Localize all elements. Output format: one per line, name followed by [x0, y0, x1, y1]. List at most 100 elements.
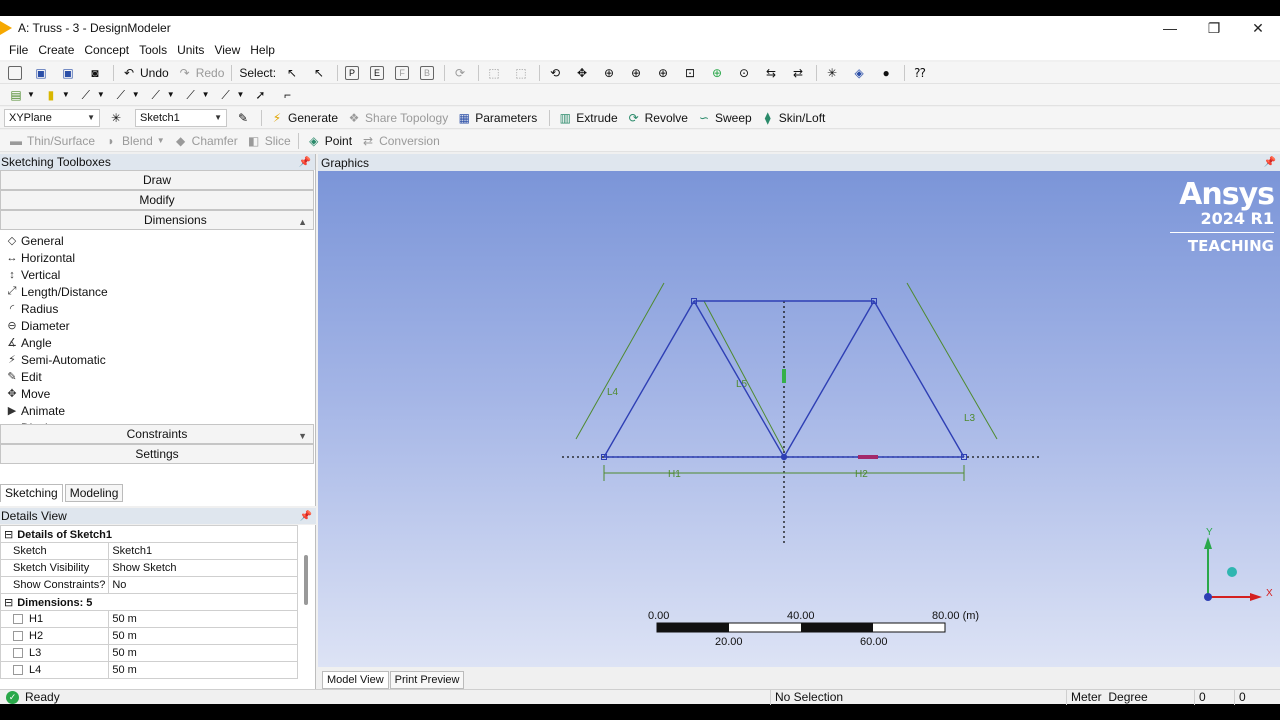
rotate-button[interactable]: ⟲ — [543, 63, 570, 83]
details-scrollbar[interactable] — [304, 555, 308, 605]
point-button[interactable]: ◈ Point — [302, 131, 356, 151]
previous-view-button[interactable]: ⇆ — [759, 63, 786, 83]
parameter-checkbox[interactable] — [13, 665, 23, 676]
blend-button[interactable]: ◗ Blend ▼ — [99, 131, 169, 151]
new-sketch-button[interactable]: ✎ — [231, 108, 258, 128]
dimensions-group-row[interactable]: ⊟ Dimensions: 5 — [0, 593, 298, 611]
constraints-section[interactable]: Constraints ▼ — [0, 424, 314, 444]
plane-dropdown[interactable]: XYPlane ▼ — [4, 108, 100, 127]
parameters-button[interactable]: ▦ Parameters — [452, 108, 541, 128]
draw-section[interactable]: Draw — [0, 170, 314, 190]
graphics-options-button[interactable]: ▤ ▼ — [4, 85, 39, 105]
revolve-button[interactable]: ⟳ Revolve — [622, 108, 692, 128]
next-view-button[interactable]: ⇄ — [786, 63, 813, 83]
tab-sketching[interactable]: Sketching — [0, 484, 63, 502]
sketch-tool-general[interactable]: ◇ General — [0, 232, 315, 249]
table-row[interactable]: Sketch Visibility Show Sketch — [0, 559, 298, 577]
menu-help[interactable]: Help — [245, 43, 280, 57]
tab-print-preview[interactable]: Print Preview — [389, 671, 465, 689]
details-value[interactable]: No — [108, 576, 298, 594]
edge-display-button-2[interactable]: ⟋ ▼ — [109, 85, 144, 105]
help-button[interactable]: ⁇ — [908, 63, 935, 83]
menu-concept[interactable]: Concept — [79, 43, 134, 57]
new-plane-button[interactable]: ✳ — [104, 108, 131, 128]
diagonal-right[interactable] — [873, 300, 965, 458]
pin-icon[interactable]: 📌 — [300, 511, 312, 522]
sketch-tool-length-distance[interactable]: ⤢ Length/Distance — [0, 283, 315, 300]
edge-display-button-5[interactable]: ⟋ ▼ — [214, 85, 249, 105]
redo-button[interactable]: ↷ Redo — [173, 63, 229, 83]
conversion-button[interactable]: ⇄ Conversion — [356, 131, 444, 151]
close-button[interactable]: ✕ — [1236, 16, 1280, 40]
l5-dimension-line[interactable] — [703, 300, 785, 452]
sketch-tool-diameter[interactable]: ⊖ Diameter — [0, 317, 315, 334]
edge-coloring-button[interactable]: ▮ ▼ — [39, 85, 74, 105]
save-as-button[interactable]: ▣ — [56, 63, 83, 83]
select-edge-button[interactable]: E — [366, 63, 391, 83]
l4-dimension-line[interactable] — [575, 282, 665, 440]
menu-create[interactable]: Create — [33, 43, 79, 57]
dim-label-h1[interactable]: H1 — [668, 469, 681, 480]
dim-label-h2[interactable]: H2 — [855, 469, 868, 480]
zoom-button[interactable]: ⊕ — [597, 63, 624, 83]
select-filter-button[interactable]: ↖ — [307, 63, 334, 83]
menu-units[interactable]: Units — [172, 43, 209, 57]
edge-display-button-4[interactable]: ⟋ ▼ — [179, 85, 214, 105]
undo-button[interactable]: ↶ Undo — [117, 63, 173, 83]
zoom-fit-button[interactable]: ⊡ — [678, 63, 705, 83]
diagonal-center-right[interactable] — [783, 300, 875, 458]
tab-modeling[interactable]: Modeling — [64, 484, 124, 502]
sketch-tool-edit[interactable]: ✎ Edit — [0, 368, 315, 385]
display-model-button[interactable]: ◈ — [847, 63, 874, 83]
modify-section[interactable]: Modify — [0, 190, 314, 210]
sketch-tool-semi-automatic[interactable]: ⚡ Semi-Automatic — [0, 351, 315, 368]
sketch-tool-radius[interactable]: ◜ Radius — [0, 300, 315, 317]
table-row[interactable]: H2 50 m — [0, 627, 298, 645]
diagonal-left[interactable] — [603, 300, 695, 458]
pin-icon[interactable]: 📌 — [1264, 157, 1276, 168]
dimensions-section[interactable]: Dimensions ▲ — [0, 210, 314, 230]
settings-section[interactable]: Settings — [0, 444, 314, 464]
pan-button[interactable]: ✥ — [570, 63, 597, 83]
triad-iso-ball[interactable] — [1227, 567, 1237, 577]
dimension-value[interactable]: 50 m — [108, 610, 298, 628]
chamfer-button[interactable]: ◆ Chamfer — [169, 131, 242, 151]
table-row[interactable]: Show Constraints? No — [0, 576, 298, 594]
extend-selection-button[interactable]: ⟳ — [448, 63, 475, 83]
collapse-icon[interactable]: ⊟ — [4, 529, 13, 541]
axis-triad[interactable]: Y X — [1204, 527, 1273, 601]
sweep-button[interactable]: ∽ Sweep — [692, 108, 756, 128]
edge-direction-button[interactable]: ➚ — [248, 85, 275, 105]
details-value[interactable]: Sketch1 — [108, 542, 298, 560]
details-group-row[interactable]: ⊟ Details of Sketch1 — [0, 525, 298, 543]
magnifier-button[interactable]: ⊙ — [732, 63, 759, 83]
new-button[interactable] — [4, 63, 29, 83]
l3-dimension-line[interactable] — [906, 282, 998, 440]
thin-surface-button[interactable]: ▬ Thin/Surface — [4, 131, 99, 151]
display-edges-button[interactable]: ✳ — [820, 63, 847, 83]
details-value[interactable]: Show Sketch — [108, 559, 298, 577]
screenshot-button[interactable]: ◙ — [83, 63, 110, 83]
diagonal-center-left[interactable] — [693, 300, 785, 458]
zoom-green-button[interactable]: ⊕ — [705, 63, 732, 83]
graphics-viewport[interactable]: Ansys 2024 R1 TEACHING H1 H2 L4 L3 L5 0.… — [318, 171, 1280, 667]
parameter-checkbox[interactable] — [13, 631, 23, 642]
dimension-value[interactable]: 50 m — [108, 627, 298, 645]
dim-label-l3[interactable]: L3 — [964, 413, 976, 424]
generate-button[interactable]: ⚡ Generate — [265, 108, 342, 128]
table-row[interactable]: Sketch Sketch1 — [0, 542, 298, 560]
scroll-up-icon[interactable]: ▲ — [298, 213, 307, 231]
save-button[interactable]: ▣ — [29, 63, 56, 83]
sketch-dropdown[interactable]: Sketch1 ▼ — [135, 108, 227, 127]
sketch-canvas[interactable]: H1 H2 L4 L3 L5 0.00 40.00 80.00 (m) 20.0… — [318, 171, 1280, 667]
menu-view[interactable]: View — [209, 43, 245, 57]
sketch-tool-vertical[interactable]: ↕ Vertical — [0, 266, 315, 283]
box-select-2-button[interactable]: ⬚ — [509, 63, 536, 83]
edge-display-button-1[interactable]: ⟋ ▼ — [74, 85, 109, 105]
select-point-button[interactable]: P — [341, 63, 366, 83]
box-select-button[interactable]: ⬚ — [482, 63, 509, 83]
sketch-tool-animate[interactable]: ▶ Animate — [0, 402, 315, 419]
menu-file[interactable]: File — [4, 43, 33, 57]
zoom-in-button[interactable]: ⊕ — [624, 63, 651, 83]
zoom-box-button[interactable]: ⊕ — [651, 63, 678, 83]
